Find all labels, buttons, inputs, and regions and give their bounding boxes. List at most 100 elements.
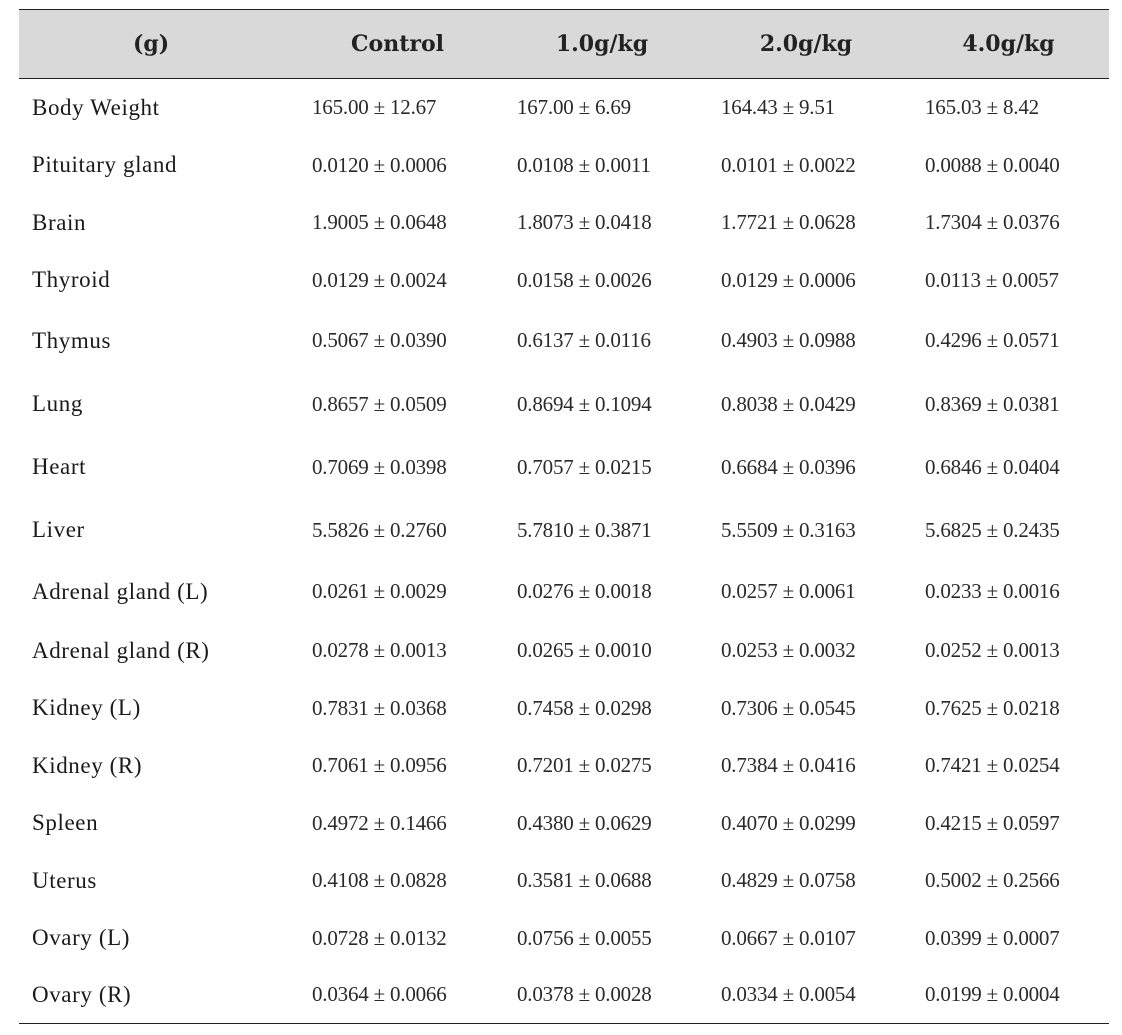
weight-value-cell: 0.0276 ± 0.0018 <box>517 579 652 603</box>
weight-value-cell: 165.03 ± 8.42 <box>925 95 1039 120</box>
weight-value-cell: 0.7625 ± 0.0218 <box>925 695 1060 720</box>
weight-value-cell: 0.0129 ± 0.0024 <box>312 267 447 292</box>
weight-value-cell: 164.43 ± 9.51 <box>721 95 835 120</box>
weight-value-cell: 0.7831 ± 0.0368 <box>312 695 447 720</box>
weight-value-cell: 0.0101 ± 0.0022 <box>721 152 856 177</box>
table-body: Body Weight 165.00 ± 12.67 167.00 ± 6.69 16… <box>19 79 1109 1024</box>
weight-value-cell: 0.0233 ± 0.0016 <box>925 579 1060 603</box>
table-row: Brain 1.9005 ± 0.0648 1.8073 ± 0.0418 1.772… <box>19 194 1109 252</box>
weight-value-cell: 0.0265 ± 0.0010 <box>517 638 652 662</box>
table-row: Ovary (R) 0.0364 ± 0.0066 0.0378 ± 0.0028 0… <box>19 967 1109 1024</box>
weight-value-cell: 0.4215 ± 0.0597 <box>925 810 1060 835</box>
weight-value-cell: 5.6825 ± 0.2435 <box>925 517 1060 542</box>
weight-value-cell: 0.7384 ± 0.0416 <box>721 753 856 777</box>
organ-label: Lung <box>32 391 83 416</box>
organ-label: Pituitary gland <box>32 152 178 177</box>
organ-label: Liver <box>32 517 85 542</box>
organ-label: Thyroid <box>32 267 111 292</box>
weight-value-cell: 0.5002 ± 0.2566 <box>925 868 1060 892</box>
header-dose-4g: 4.0g/kg <box>962 31 1055 57</box>
weight-value-cell: 0.6137 ± 0.0116 <box>517 328 651 352</box>
header-dose-1g: 1.0g/kg <box>555 31 649 57</box>
weight-value-cell: 165.00 ± 12.67 <box>312 95 437 120</box>
weight-value-cell: 0.4380 ± 0.0629 <box>517 810 652 835</box>
weight-value-cell: 0.0199 ± 0.0004 <box>925 982 1060 1007</box>
weight-value-cell: 0.0399 ± 0.0007 <box>925 925 1060 950</box>
weight-value-cell: 0.0129 ± 0.0006 <box>721 267 856 292</box>
table-row: Uterus 0.4108 ± 0.0828 0.3581 ± 0.0688 0.48… <box>19 852 1109 910</box>
weight-value-cell: 0.0364 ± 0.0066 <box>312 982 447 1007</box>
organ-label: Body Weight <box>32 94 160 120</box>
weight-value-cell: 0.3581 ± 0.0688 <box>517 868 652 892</box>
weight-value-cell: 0.5067 ± 0.0390 <box>312 328 447 352</box>
weight-value-cell: 0.4296 ± 0.0571 <box>925 328 1060 352</box>
table-row: Pituitary gland 0.0120 ± 0.0006 0.0108 ± 0… <box>19 137 1109 194</box>
weight-value-cell: 5.7810 ± 0.3871 <box>517 517 652 542</box>
weight-value-cell: 0.7061 ± 0.0956 <box>312 753 447 777</box>
weight-value-cell: 0.0378 ± 0.0028 <box>517 982 652 1007</box>
organ-label: Kidney (L) <box>32 695 141 720</box>
weight-value-cell: 0.0667 ± 0.0107 <box>721 925 856 950</box>
weight-value-cell: 0.0120 ± 0.0006 <box>312 152 447 177</box>
table-row: Thyroid 0.0129 ± 0.0024 0.0158 ± 0.0026 0.0… <box>19 252 1109 309</box>
weight-value-cell: 0.0278 ± 0.0013 <box>312 638 447 662</box>
weight-value-cell: 0.6846 ± 0.0404 <box>925 454 1060 479</box>
weight-value-cell: 5.5509 ± 0.3163 <box>721 517 856 542</box>
organ-label: Adrenal gland (R) <box>32 637 210 663</box>
weight-value-cell: 0.7306 ± 0.0545 <box>721 695 856 720</box>
weight-value-cell: 0.7069 ± 0.0398 <box>312 454 447 479</box>
weight-value-cell: 0.7458 ± 0.0298 <box>517 695 652 720</box>
weight-value-cell: 0.0108 ± 0.0011 <box>517 152 651 177</box>
weight-value-cell: 1.7304 ± 0.0376 <box>925 210 1060 234</box>
table-row: Thymus 0.5067 ± 0.0390 0.6137 ± 0.0116 0.49… <box>19 309 1109 373</box>
table-row: Adrenal gland (L) 0.0261 ± 0.0029 0.0276 ±… <box>19 562 1109 622</box>
weight-value-cell: 0.7201 ± 0.0275 <box>517 753 652 777</box>
header-control: Control <box>351 31 444 57</box>
weight-value-cell: 0.0158 ± 0.0026 <box>517 267 652 292</box>
weight-value-cell: 0.4829 ± 0.0758 <box>721 868 856 892</box>
weight-value-cell: 1.9005 ± 0.0648 <box>312 210 447 234</box>
organ-label: Ovary (R) <box>32 981 132 1007</box>
weight-value-cell: 0.8038 ± 0.0429 <box>721 391 856 416</box>
weight-value-cell: 0.8369 ± 0.0381 <box>925 391 1060 416</box>
weight-value-cell: 0.6684 ± 0.0396 <box>721 454 856 479</box>
weight-value-cell: 0.0088 ± 0.0040 <box>925 152 1060 177</box>
weight-value-cell: 5.5826 ± 0.2760 <box>312 517 447 542</box>
organ-label: Brain <box>32 209 87 235</box>
weight-value-cell: 0.0728 ± 0.0132 <box>312 925 447 950</box>
table-row: Body Weight 165.00 ± 12.67 167.00 ± 6.69 16… <box>19 79 1109 137</box>
organ-weight-table-container: (g) Control 1.0g/kg 2.0g/kg 4.0g/kg Body… <box>19 9 1109 1024</box>
organ-label: Kidney (R) <box>32 752 143 778</box>
header-row: (g) Control 1.0g/kg 2.0g/kg 4.0g/kg <box>19 9 1109 79</box>
organ-label: Thymus <box>32 327 111 353</box>
table-row: Liver 5.5826 ± 0.2760 5.7810 ± 0.3871 5.550… <box>19 499 1109 562</box>
weight-value-cell: 1.7721 ± 0.0628 <box>721 210 856 234</box>
weight-value-cell: 0.4972 ± 0.1466 <box>312 810 447 835</box>
weight-value-cell: 0.0756 ± 0.0055 <box>517 925 652 950</box>
weight-value-cell: 167.00 ± 6.69 <box>517 95 631 120</box>
weight-value-cell: 0.4070 ± 0.0299 <box>721 810 856 835</box>
weight-value-cell: 0.8694 ± 0.1094 <box>517 391 652 416</box>
weight-value-cell: 0.8657 ± 0.0509 <box>312 391 447 416</box>
weight-value-cell: 0.0334 ± 0.0054 <box>721 982 856 1007</box>
header-dose-2g: 2.0g/kg <box>759 31 853 57</box>
table-row: Kidney (L) 0.7831 ± 0.0368 0.7458 ± 0.0298… <box>19 680 1109 737</box>
table-row: Adrenal gland (R) 0.0278 ± 0.0013 0.0265 ±… <box>19 622 1109 680</box>
table-row: Ovary (L) 0.0728 ± 0.0132 0.0756 ± 0.0055 0… <box>19 910 1109 967</box>
weight-value-cell: 0.4108 ± 0.0828 <box>312 868 447 892</box>
organ-weight-table: (g) Control 1.0g/kg 2.0g/kg 4.0g/kg Body… <box>19 9 1109 1024</box>
weight-value-cell: 0.7057 ± 0.0215 <box>517 454 652 479</box>
organ-label: Uterus <box>32 867 97 893</box>
table-row: Kidney (R) 0.7061 ± 0.0956 0.7201 ± 0.0275… <box>19 737 1109 795</box>
organ-label: Heart <box>32 454 87 479</box>
weight-value-cell: 0.0257 ± 0.0061 <box>721 579 856 603</box>
header-unit: (g) <box>133 31 170 57</box>
weight-value-cell: 0.7421 ± 0.0254 <box>925 753 1060 777</box>
weight-value-cell: 0.0253 ± 0.0032 <box>721 638 856 662</box>
table-row: Lung 0.8657 ± 0.0509 0.8694 ± 0.1094 0.8038… <box>19 373 1109 436</box>
table-header: (g) Control 1.0g/kg 2.0g/kg 4.0g/kg <box>19 9 1109 79</box>
weight-value-cell: 1.8073 ± 0.0418 <box>517 210 652 234</box>
organ-label: Ovary (L) <box>32 925 130 950</box>
weight-value-cell: 0.0261 ± 0.0029 <box>312 579 447 603</box>
organ-label: Adrenal gland (L) <box>32 578 209 604</box>
